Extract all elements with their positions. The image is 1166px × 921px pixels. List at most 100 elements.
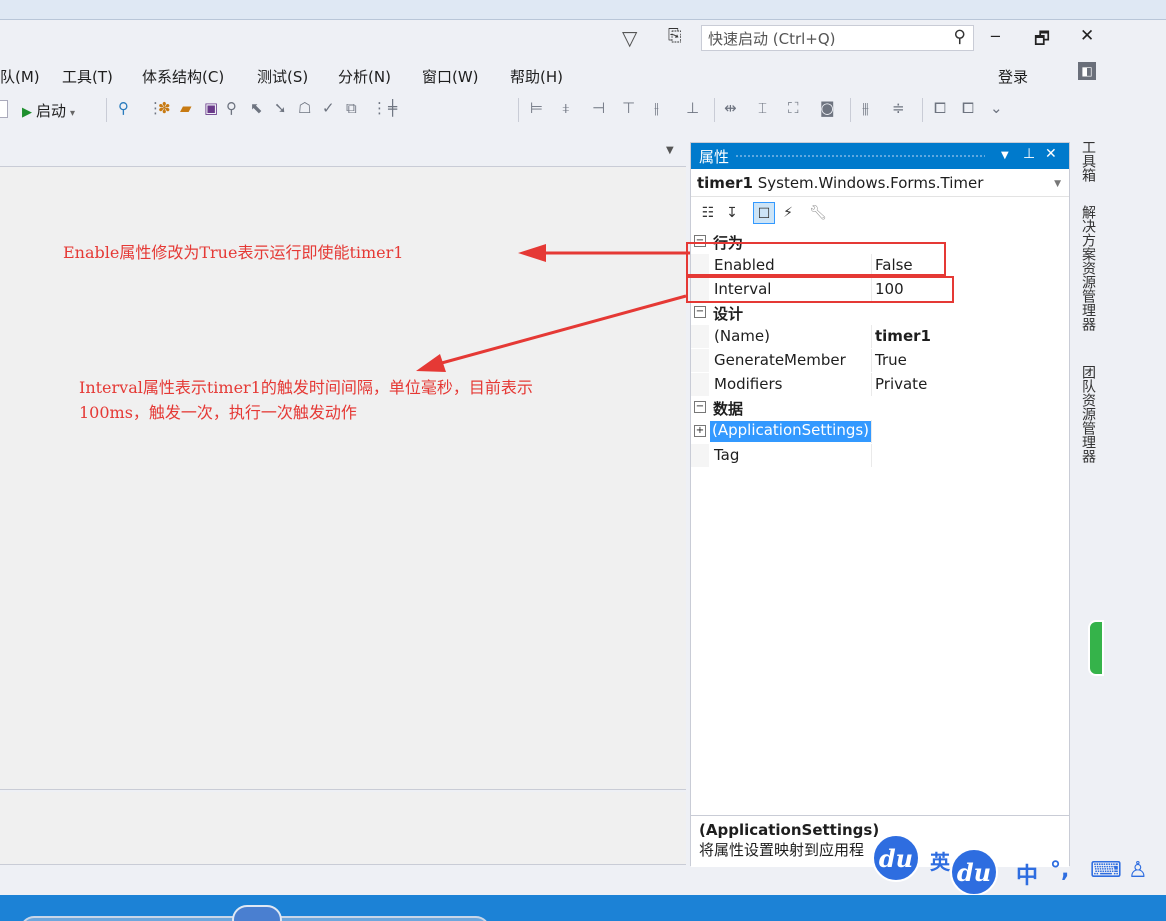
- start-button[interactable]: ▶ 启动 ▾: [22, 100, 75, 121]
- config-dropdown[interactable]: [0, 100, 8, 118]
- menu-architecture[interactable]: 体系结构(C): [142, 66, 224, 87]
- profile-icon[interactable]: ◧: [1078, 62, 1096, 80]
- align-left-icon[interactable]: ⊨: [530, 99, 543, 117]
- align-center-icon[interactable]: ⧧: [562, 99, 570, 117]
- document-dropdown-icon[interactable]: ▼: [666, 145, 674, 156]
- interval-annotation-line1: Interval属性表示timer1的触发时间间隔，单位毫秒，目前表示: [79, 378, 533, 397]
- solution-explorer-tab[interactable]: 解决方案资源管理器: [1078, 205, 1098, 331]
- align-grid-icon[interactable]: ╪: [388, 99, 397, 117]
- category-data[interactable]: − 数据: [691, 397, 1069, 420]
- zoom-icon[interactable]: ⚲: [226, 99, 237, 117]
- interval-annotation-line2: 100ms，触发一次，执行一次触发动作: [79, 403, 357, 422]
- move-up-icon[interactable]: ⬉: [250, 99, 263, 117]
- spell-icon[interactable]: ✓: [322, 99, 335, 117]
- quick-launch-placeholder: 快速启动 (Ctrl+Q): [708, 30, 836, 48]
- screen-right-strip: [1096, 20, 1166, 895]
- alphabetical-icon[interactable]: ↧: [721, 202, 743, 224]
- properties-title: 属性: [699, 148, 730, 166]
- same-height-icon[interactable]: ⌶: [758, 99, 767, 117]
- baidu-ime-logo[interactable]: du: [950, 848, 998, 896]
- browse-icon[interactable]: ▣: [204, 99, 218, 117]
- object-selector[interactable]: timer1 System.Windows.Forms.Timer ▼: [691, 171, 1069, 197]
- align-right-icon[interactable]: ⊣: [592, 99, 605, 117]
- toolbar-overflow-icon[interactable]: ⌄: [990, 99, 1003, 117]
- start-dropdown-icon[interactable]: ▾: [70, 108, 75, 119]
- toolbox-tab[interactable]: 工具箱: [1078, 140, 1098, 182]
- property-row-tag[interactable]: Tag: [691, 444, 1069, 467]
- panel-close-button[interactable]: ✕: [1045, 146, 1057, 162]
- close-button[interactable]: ✕: [1080, 26, 1094, 46]
- ime-punct-toggle[interactable]: °,: [1050, 858, 1069, 883]
- restore-button[interactable]: 🗗: [1034, 26, 1050, 55]
- quick-launch-input[interactable]: 快速启动 (Ctrl+Q) ⚲: [701, 25, 974, 51]
- user-icon[interactable]: ♙: [1128, 858, 1148, 883]
- property-pages-icon[interactable]: 🔧︎: [807, 202, 829, 224]
- menu-test[interactable]: 测试(S): [257, 66, 308, 87]
- properties-title-bar: 属性 ▼ ⊥ ✕: [691, 143, 1069, 169]
- menu-help[interactable]: 帮助(H): [510, 66, 563, 87]
- send-back-icon[interactable]: ⧠: [962, 99, 974, 117]
- bring-front-icon[interactable]: ⧠: [934, 99, 946, 117]
- login-link[interactable]: 登录: [998, 66, 1028, 87]
- property-row-generatemember[interactable]: GenerateMember True: [691, 349, 1069, 372]
- find-icon[interactable]: ⚲: [118, 99, 129, 117]
- move-next-icon[interactable]: ➘: [274, 99, 287, 117]
- feedback-icon[interactable]: ⎘: [668, 26, 682, 46]
- property-name: (ApplicationSettings): [710, 421, 871, 442]
- component-icon[interactable]: ✽: [158, 99, 171, 117]
- description-title: (ApplicationSettings): [699, 821, 880, 839]
- property-value[interactable]: True: [875, 351, 907, 369]
- start-orb-icon[interactable]: [232, 905, 282, 921]
- team-explorer-tab[interactable]: 团队资源管理器: [1078, 365, 1098, 463]
- component-tray[interactable]: [0, 792, 686, 865]
- category-design[interactable]: − 设计: [691, 302, 1069, 325]
- property-value[interactable]: Private: [875, 375, 927, 393]
- start-label: 启动: [36, 102, 67, 120]
- properties-view-icon[interactable]: ☐: [753, 202, 775, 224]
- pin-icon[interactable]: ⊥: [1023, 146, 1035, 162]
- align-top-icon[interactable]: ⊤: [622, 99, 635, 117]
- folder-icon[interactable]: ▰: [180, 99, 192, 117]
- menu-analyze[interactable]: 分析(N): [338, 66, 391, 87]
- title-grip: [735, 154, 985, 158]
- baidu-ime-logo[interactable]: du: [872, 834, 920, 882]
- property-name: (Name): [714, 327, 770, 345]
- floating-assistant-icon[interactable]: [1088, 620, 1104, 676]
- filter-icon[interactable]: ▽: [622, 26, 637, 50]
- search-icon[interactable]: ⚲: [954, 27, 966, 47]
- menu-tools[interactable]: 工具(T): [62, 66, 113, 87]
- enable-annotation: Enable属性修改为True表示运行即使能timer1: [63, 243, 404, 262]
- comment-icon[interactable]: ☖: [298, 99, 311, 117]
- hspace-icon[interactable]: ⫵: [862, 99, 869, 117]
- panel-menu-icon[interactable]: ▼: [1001, 150, 1009, 161]
- menu-window[interactable]: 窗口(W): [422, 66, 479, 87]
- toolbar-separator: [922, 98, 923, 122]
- ime-chinese-toggle[interactable]: 中: [1016, 858, 1038, 890]
- keyboard-icon[interactable]: ⌨: [1090, 858, 1122, 883]
- events-icon[interactable]: ⚡: [777, 202, 799, 224]
- chevron-down-icon[interactable]: ▼: [1054, 179, 1061, 189]
- tab-order-icon[interactable]: ◙: [820, 99, 835, 117]
- object-name: timer1: [697, 174, 753, 192]
- toolbar-separator: [106, 98, 107, 122]
- expand-icon[interactable]: +: [694, 425, 706, 437]
- property-row-modifiers[interactable]: Modifiers Private: [691, 373, 1069, 396]
- collapse-icon[interactable]: −: [694, 306, 706, 318]
- property-row-name[interactable]: (Name) timer1: [691, 325, 1069, 348]
- bookmark-icon[interactable]: ⧉: [346, 99, 357, 117]
- property-value[interactable]: timer1: [875, 327, 931, 345]
- align-middle-icon[interactable]: ⫲: [654, 99, 659, 117]
- ime-english-toggle[interactable]: 英: [930, 846, 950, 875]
- grip-icon: ⋮: [372, 99, 387, 117]
- property-row-applicationsettings[interactable]: + (ApplicationSettings): [691, 420, 1069, 443]
- categorized-icon[interactable]: ☷: [697, 202, 719, 224]
- menu-team[interactable]: 队(M): [0, 66, 40, 87]
- same-width-icon[interactable]: ⇹: [724, 99, 737, 117]
- align-bottom-icon[interactable]: ⊥: [686, 99, 699, 117]
- size-to-grid-icon[interactable]: ⛶: [788, 99, 799, 117]
- collapse-icon[interactable]: −: [694, 401, 706, 413]
- minimize-button[interactable]: ‒: [990, 26, 1001, 46]
- category-label: 数据: [713, 400, 744, 418]
- vspace-icon[interactable]: ≑: [892, 99, 905, 117]
- properties-toolbar: ☷ ↧ ☐ ⚡ 🔧︎: [691, 199, 1069, 229]
